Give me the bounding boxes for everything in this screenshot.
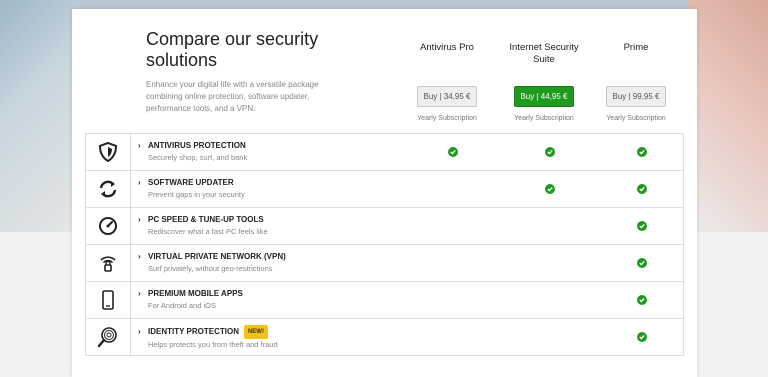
feature-description: Securely shop, surf, and bank: [148, 153, 248, 162]
included-check-icon: [637, 258, 647, 268]
included-check-icon: [637, 221, 647, 231]
chevron-right-icon: ›: [138, 252, 141, 261]
product-name: Antivirus Pro: [420, 42, 474, 53]
feature-row-antivirus[interactable]: › ANTIVIRUS PROTECTION Securely shop, sur…: [86, 134, 683, 171]
subscription-label: Yearly Subscription: [514, 115, 574, 122]
feature-description: Prevent gaps in your security: [148, 190, 245, 199]
feature-name: PREMIUM MOBILE APPS: [148, 289, 243, 298]
included-check-icon: [637, 332, 647, 342]
product-column-internet-security-suite: Internet Security Suite Buy | 44,95 € Ye…: [499, 42, 589, 122]
chevron-right-icon: ›: [138, 178, 141, 187]
feature-row-software-updater[interactable]: › SOFTWARE UPDATER Prevent gaps in your s…: [86, 171, 683, 208]
subscription-label: Yearly Subscription: [417, 115, 477, 122]
feature-description: Surf privately, without geo-restrictions: [148, 264, 273, 273]
speedometer-icon: [86, 208, 131, 244]
page-subtitle: Enhance your digital life with a versati…: [146, 80, 319, 113]
chevron-right-icon: ›: [138, 141, 141, 150]
new-badge: NEW!: [243, 325, 268, 339]
included-check-icon: [637, 295, 647, 305]
smartphone-icon: [86, 282, 131, 318]
feature-row-identity-protection[interactable]: › IDENTITY PROTECTION NEW! Helps protects …: [86, 319, 683, 355]
chevron-right-icon: ›: [138, 327, 141, 336]
background-left: [0, 0, 80, 232]
feature-description: For Android and iOS: [148, 301, 216, 310]
feature-row-pc-speed[interactable]: › PC SPEED & TUNE-UP TOOLS Rediscover wha…: [86, 208, 683, 245]
feature-row-mobile-apps[interactable]: › PREMIUM MOBILE APPS For Android and iOS: [86, 282, 683, 319]
product-name: Internet Security Suite: [509, 42, 579, 65]
buy-internet-security-suite-button[interactable]: Buy | 44,95 €: [514, 86, 574, 107]
shield-icon: [86, 134, 131, 170]
buy-prime-button[interactable]: Buy | 99,95 €: [606, 86, 666, 107]
included-check-icon: [448, 147, 458, 157]
buy-antivirus-pro-button[interactable]: Buy | 34,95 €: [417, 86, 477, 107]
feature-name: VIRTUAL PRIVATE NETWORK (VPN): [148, 252, 286, 261]
feature-description: Helps protects you from theft and fraud: [148, 340, 278, 349]
feature-name: ANTIVIRUS PROTECTION: [148, 141, 246, 150]
product-column-antivirus-pro: Antivirus Pro Buy | 34,95 € Yearly Subsc…: [402, 42, 492, 122]
chevron-right-icon: ›: [138, 215, 141, 224]
refresh-arrows-icon: [86, 171, 131, 207]
wifi-lock-icon: [86, 245, 131, 281]
included-check-icon: [545, 147, 555, 157]
feature-name: PC SPEED & TUNE-UP TOOLS: [148, 215, 264, 224]
included-check-icon: [637, 147, 647, 157]
included-check-icon: [637, 184, 647, 194]
included-check-icon: [545, 184, 555, 194]
feature-name: IDENTITY PROTECTION: [148, 327, 239, 336]
subscription-label: Yearly Subscription: [606, 115, 666, 122]
feature-description: Rediscover what a fast PC feels like: [148, 227, 268, 236]
fingerprint-search-icon: [86, 319, 131, 355]
product-name: Prime: [623, 42, 649, 53]
feature-name: SOFTWARE UPDATER: [148, 178, 234, 187]
product-column-prime: Prime Buy | 99,95 € Yearly Subscription: [591, 42, 681, 122]
feature-table: › ANTIVIRUS PROTECTION Securely shop, sur…: [85, 133, 684, 356]
background-right: [688, 0, 768, 232]
feature-row-vpn[interactable]: › VIRTUAL PRIVATE NETWORK (VPN) Surf priv…: [86, 245, 683, 282]
chevron-right-icon: ›: [138, 289, 141, 298]
comparison-card: Compare our security solutions Enhance y…: [72, 9, 697, 377]
page-title: Compare our security solutions: [146, 29, 319, 70]
